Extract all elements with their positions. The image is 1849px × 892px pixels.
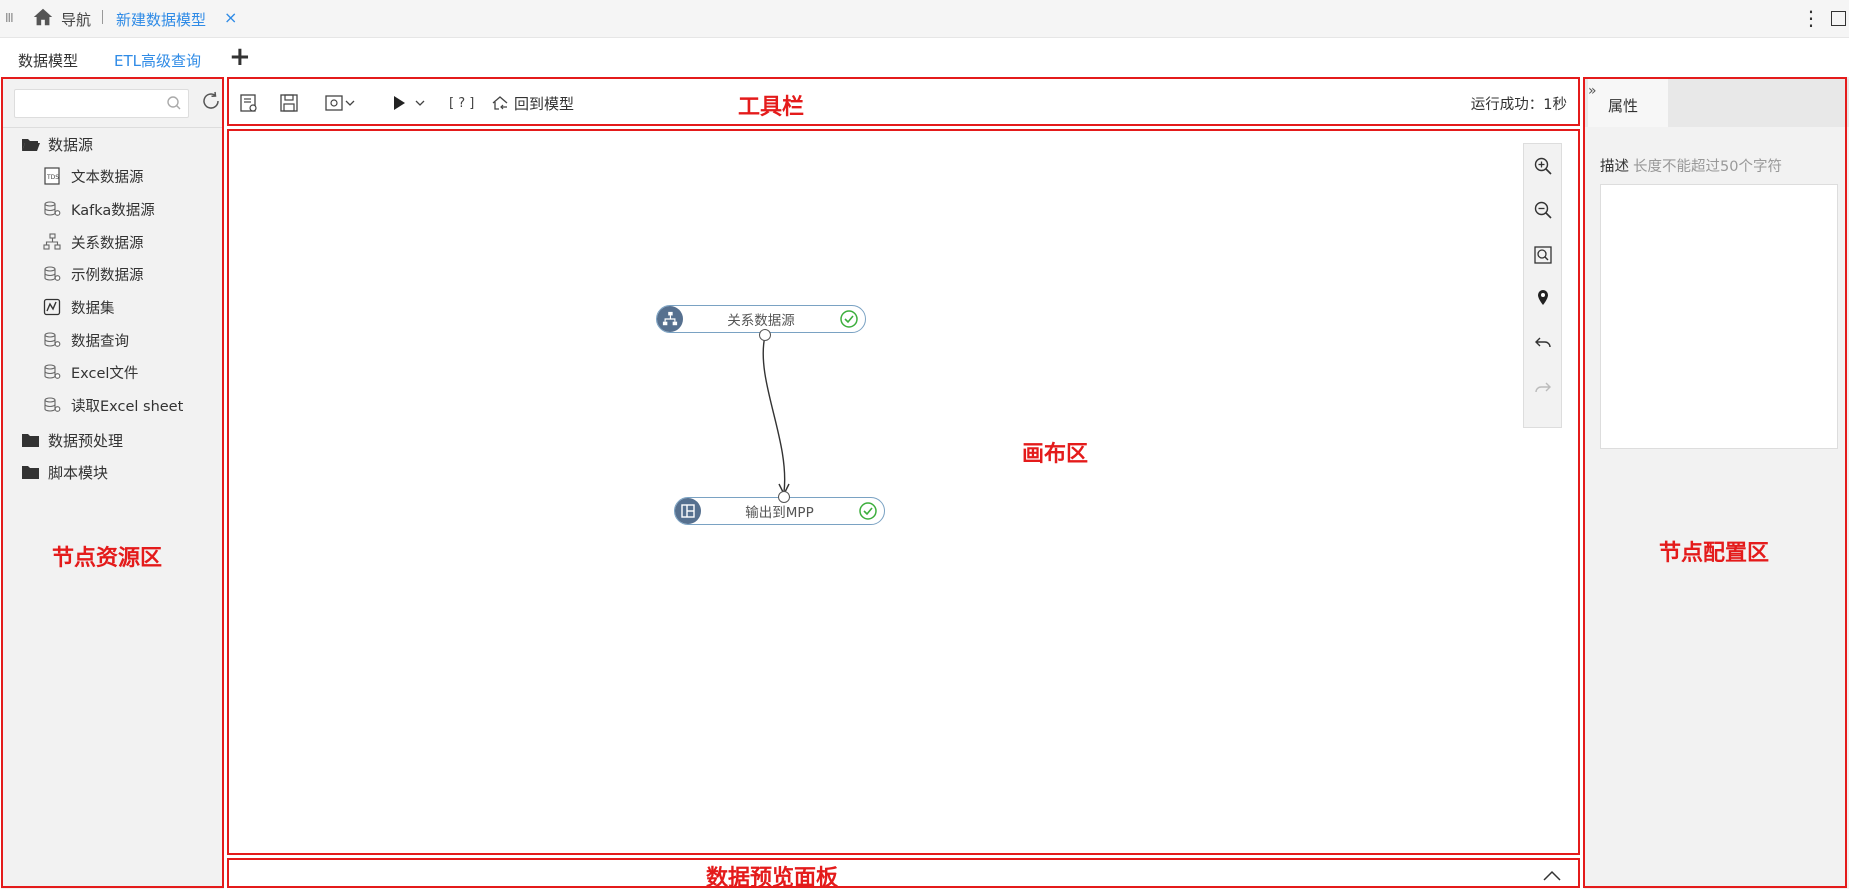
annotation-box-toolbar: [227, 77, 1580, 126]
annotation-label-preview: 数据预览面板: [706, 866, 839, 891]
annotation-label-canvas: 画布区: [1022, 442, 1089, 467]
annotation-box-resources: [1, 77, 224, 888]
annotation-label-resources: 节点资源区: [52, 546, 163, 571]
annotation-label-toolbar: 工具栏: [738, 95, 805, 120]
annotation-box-preview: [227, 858, 1580, 888]
annotation-box-config: [1583, 77, 1847, 888]
annotation-label-config: 节点配置区: [1659, 541, 1770, 566]
annotation-box-canvas: [227, 129, 1580, 855]
